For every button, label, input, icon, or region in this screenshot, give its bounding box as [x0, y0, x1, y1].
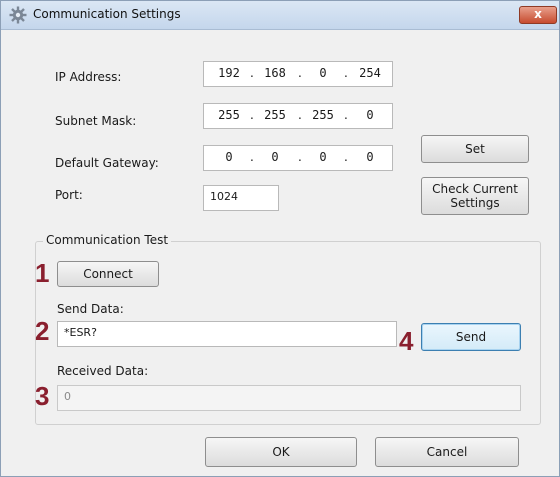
send-button-label: Send: [455, 330, 487, 344]
close-icon: x: [534, 7, 542, 21]
ok-button[interactable]: OK: [205, 437, 357, 467]
subnet-octet-2[interactable]: 255: [260, 108, 290, 122]
check-current-settings-label-line2: Settings: [450, 196, 500, 210]
ip-dot: .: [250, 108, 254, 122]
received-data-output: 0: [57, 385, 521, 411]
connect-button[interactable]: Connect: [57, 261, 159, 287]
title-bar[interactable]: Communication Settings x: [1, 1, 559, 30]
default-gateway-field[interactable]: 0 . 0 . 0 . 0: [203, 145, 393, 171]
marker-4: 4: [399, 326, 414, 356]
ip-dot: .: [298, 150, 302, 164]
close-button[interactable]: x: [519, 6, 557, 24]
send-data-label: Send Data:: [57, 302, 124, 316]
default-gateway-label: Default Gateway:: [55, 156, 159, 170]
subnet-mask-label: Subnet Mask:: [55, 114, 137, 128]
cancel-button[interactable]: Cancel: [375, 437, 519, 467]
ip-address-field[interactable]: 192 . 168 . 0 . 254: [203, 61, 393, 87]
ip-dot: .: [298, 108, 302, 122]
marker-2: 2: [35, 316, 50, 346]
subnet-octet-3[interactable]: 255: [308, 108, 338, 122]
ok-button-label: OK: [272, 445, 290, 459]
gateway-octet-2[interactable]: 0: [260, 150, 290, 164]
ip-octet-3[interactable]: 0: [308, 66, 338, 80]
ip-dot: .: [344, 108, 348, 122]
window-title: Communication Settings: [33, 7, 181, 21]
ip-dot: .: [344, 66, 348, 80]
ip-octet-4[interactable]: 254: [354, 66, 386, 80]
ip-octet-1[interactable]: 192: [214, 66, 244, 80]
communication-test-title: Communication Test: [43, 233, 172, 247]
communication-settings-window: Communication Settings x IP Address: 192…: [0, 0, 560, 477]
subnet-octet-4[interactable]: 0: [354, 108, 386, 122]
port-input[interactable]: 1024: [203, 185, 279, 211]
port-label: Port:: [55, 188, 83, 202]
subnet-mask-field[interactable]: 255 . 255 . 255 . 0: [203, 103, 393, 129]
gateway-octet-4[interactable]: 0: [354, 150, 386, 164]
send-data-input[interactable]: *ESR?: [57, 321, 397, 347]
cancel-button-label: Cancel: [426, 445, 468, 459]
ip-octet-2[interactable]: 168: [260, 66, 290, 80]
ip-dot: .: [298, 66, 302, 80]
ip-dot: .: [250, 150, 254, 164]
received-data-label: Received Data:: [57, 364, 149, 378]
marker-3: 3: [35, 381, 50, 411]
ip-dot: .: [250, 66, 254, 80]
set-button[interactable]: Set: [421, 135, 529, 163]
connect-button-label: Connect: [83, 267, 133, 281]
gateway-octet-1[interactable]: 0: [214, 150, 244, 164]
send-button[interactable]: Send: [421, 323, 521, 351]
ip-dot: .: [344, 150, 348, 164]
marker-1: 1: [35, 258, 50, 288]
ip-address-label: IP Address:: [55, 70, 122, 84]
gateway-octet-3[interactable]: 0: [308, 150, 338, 164]
gear-icon: [9, 6, 27, 24]
check-current-settings-button[interactable]: Check Current Settings: [421, 177, 529, 215]
set-button-label: Set: [465, 142, 485, 156]
subnet-octet-1[interactable]: 255: [214, 108, 244, 122]
check-current-settings-label-line1: Check Current: [432, 182, 518, 196]
